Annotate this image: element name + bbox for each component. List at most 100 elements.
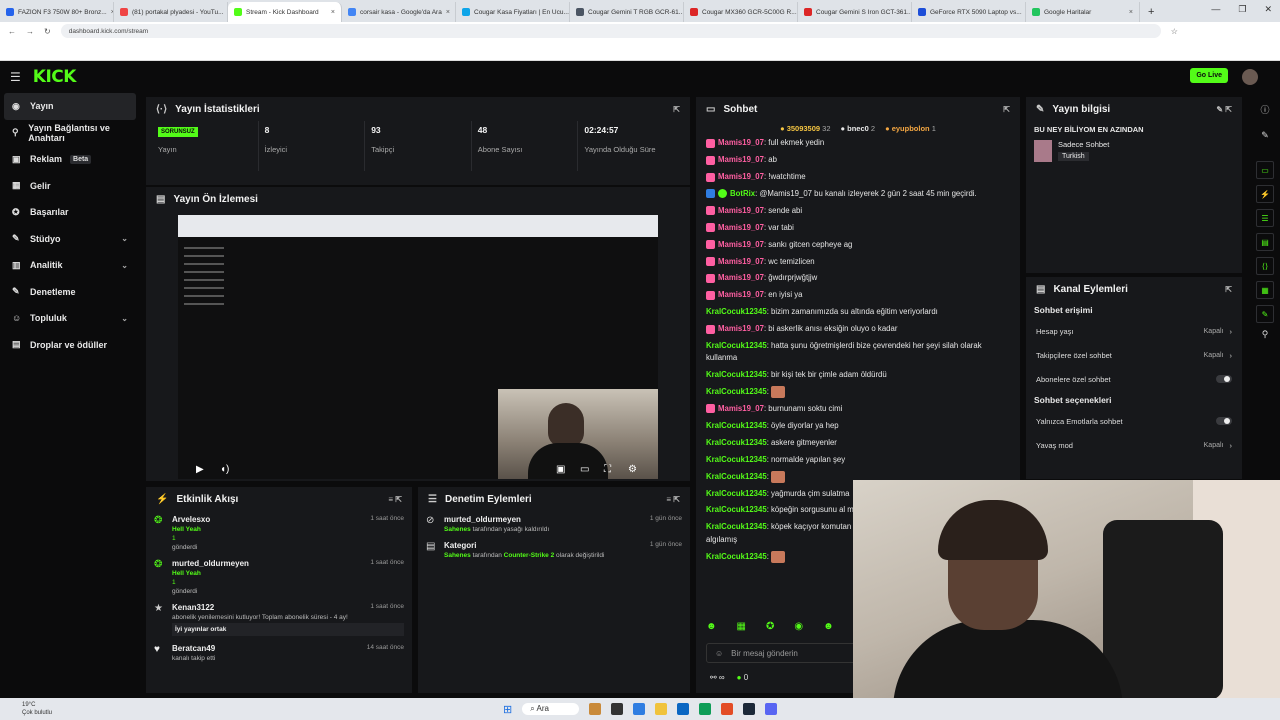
chat-username[interactable]: Mamis19_07 [718,324,764,333]
emote-icon[interactable]: ▦ [737,621,746,632]
setting-toggle[interactable] [1216,417,1232,425]
activity-username[interactable]: Arvelesxo [172,515,210,524]
chevron-right-icon[interactable]: › [1230,327,1233,336]
browser-tab[interactable]: Cougar Kasa Fiyatları | En Ucu...× [456,2,570,22]
chat-username[interactable]: KralCocuk12345 [706,341,767,350]
chat-username[interactable]: KralCocuk12345 [706,472,767,481]
taskbar-app-icon[interactable] [720,703,733,715]
chevron-down-icon[interactable]: ⌄ [121,261,128,270]
browser-tab[interactable]: Stream - Kick Dashboard × [228,2,342,22]
chat-username[interactable]: KralCocuk12345 [706,522,767,531]
rail-stats-icon[interactable]: ⟨⟩ [1256,257,1274,275]
play-icon[interactable]: ▶ [196,464,204,475]
url-field[interactable]: dashboard.kick.com/stream [60,24,1161,38]
browser-tab[interactable]: FAZION F3 750W 80+ Bronz...× [0,2,114,22]
channel-setting-row[interactable]: Takipçilere özel sohbet Kapalı › [1026,343,1242,367]
rail-list-icon[interactable]: ☰ [1256,209,1274,227]
edit-icon[interactable]: ✎ [1250,130,1280,141]
volume-icon[interactable]: ◖) [220,464,229,475]
pip-icon[interactable]: ▣ [556,464,565,475]
smile-icon[interactable]: ☺ [715,649,723,658]
popout-icon[interactable]: ⇱ [1003,105,1010,114]
browser-tab[interactable]: Cougar Gemini S Iron GCT-361...× [798,2,912,22]
activity-username[interactable]: murted_oldurmeyen [172,559,249,568]
sidebar-item[interactable]: ⚲ Yayın Bağlantısı ve Anahtarı [0,120,140,147]
chat-username[interactable]: KralCocuk12345 [706,438,767,447]
rail-bolt-icon[interactable]: ⚡ [1256,185,1274,203]
link-icon[interactable]: ⚯ ∞ [710,673,725,682]
back-icon[interactable]: ← [8,27,16,36]
new-tab-icon[interactable]: + [1140,6,1162,22]
chat-username[interactable]: Mamis19_07 [718,206,764,215]
sidebar-item[interactable]: ✎ Denetleme [0,279,140,306]
user-avatar[interactable] [1242,69,1258,85]
moderator-name[interactable]: Sahenes [444,552,471,559]
rail-chat-icon[interactable]: ▤ [1256,233,1274,251]
browser-tab[interactable]: Cougar MX360 GCR-5C00G R...× [684,2,798,22]
sidebar-item[interactable]: ▤ Droplar ve ödüller [0,332,140,359]
sidebar-item[interactable]: ✪ Başarılar [0,199,140,226]
category-thumbnail[interactable] [1034,140,1052,162]
emote-icon[interactable]: ☻ [706,621,717,632]
emote-icon[interactable]: ◉ [794,621,803,632]
sidebar-item[interactable]: ◉ Yayın [4,93,136,120]
chat-username[interactable]: KralCocuk12345 [706,387,767,396]
popout-icon[interactable]: ⇱ [1225,285,1232,294]
browser-tab[interactable]: Google Haritalar × [1026,2,1140,22]
minimize-icon[interactable]: — [1211,4,1220,15]
filter-icon[interactable]: ≡ ⇱ [388,495,402,504]
chat-username[interactable]: Mamis19_07 [718,273,764,282]
channel-setting-row[interactable]: Hesap yaşı Kapalı › [1026,319,1242,343]
edit-icon[interactable]: ✎ ⇱ [1216,105,1232,114]
chat-username[interactable]: Mamis19_07 [718,290,764,299]
taskbar-app-icon[interactable] [588,703,601,715]
stream-preview-video[interactable]: ▶ ◖) ▣ ▭ ⛶ ⚙ [178,215,658,479]
emote-icon[interactable]: ✪ [766,621,774,632]
extensions-icon[interactable]: ☆ [1171,27,1178,36]
chevron-down-icon[interactable]: ⌄ [121,314,128,323]
sidebar-item[interactable]: ▣ Reklam Beta [0,146,140,173]
points-badge[interactable]: ● 35093509 32 [780,124,830,133]
chat-username[interactable]: KralCocuk12345 [706,307,767,316]
browser-tab[interactable]: corsair kasa - Google'da Ara × [342,2,456,22]
moderator-name[interactable]: Sahenes [444,526,471,533]
sidebar-item[interactable]: ✎ Stüdyo ⌄ [0,226,140,253]
chat-username[interactable]: KralCocuk12345 [706,489,767,498]
chat-username[interactable]: KralCocuk12345 [706,505,767,514]
settings-icon[interactable]: ⚙ [628,464,637,475]
taskbar-app-icon[interactable] [698,703,711,715]
activity-username[interactable]: Beratcan49 [172,644,215,653]
rail-wrench-icon[interactable]: ✎ [1256,305,1274,323]
info-icon[interactable]: ⓘ [1250,103,1280,116]
browser-tab[interactable]: Cougar Gemini T RGB GCR-61...× [570,2,684,22]
go-live-button[interactable]: Go Live [1190,68,1228,83]
taskbar-search[interactable]: ⌕ Ara [522,703,579,715]
browser-tab[interactable]: GeForce RTX 5090 Laptop vs...× [912,2,1026,22]
tab-close-icon[interactable]: × [1129,9,1133,16]
taskbar-app-icon[interactable] [654,703,667,715]
maximize-icon[interactable]: ❐ [1238,4,1246,15]
channel-setting-row[interactable]: Yalnızca Emotlarla sohbet [1026,409,1242,433]
kick-points-icon[interactable]: ● 0 [737,673,749,682]
setting-toggle[interactable] [1216,375,1232,383]
top-user-1[interactable]: ● bnec0 2 [841,124,876,133]
taskbar-app-icon[interactable] [610,703,623,715]
taskbar-app-icon[interactable] [764,703,777,715]
category-name[interactable]: Sadece Sohbet [1058,140,1109,149]
chat-username[interactable]: KralCocuk12345 [706,552,767,561]
chat-username[interactable]: Mamis19_07 [718,404,764,413]
sidebar-item[interactable]: ▦ Gelir [0,173,140,200]
browser-tab[interactable]: (81) portakal plyadesi - YouTu...× [114,2,228,22]
sidebar-item[interactable]: ▥ Analitik ⌄ [0,252,140,279]
windows-start-icon[interactable]: ⊞ [503,703,512,716]
kick-logo[interactable]: KICK [33,67,77,87]
channel-setting-row[interactable]: Yavaş mod Kapalı › [1026,433,1242,457]
emote-icon[interactable]: ☻ [823,621,834,632]
moderation-category[interactable]: Counter-Strike 2 [504,552,555,559]
forward-icon[interactable]: → [26,27,34,36]
fullscreen-icon[interactable]: ⛶ [604,464,611,475]
taskbar-app-icon[interactable] [632,703,645,715]
top-user-2[interactable]: ● eyupbolon 1 [885,124,936,133]
rail-share-icon[interactable]: ⚲ [1250,329,1280,340]
weather-widget[interactable]: 19°C Çok bulutlu [22,701,52,717]
